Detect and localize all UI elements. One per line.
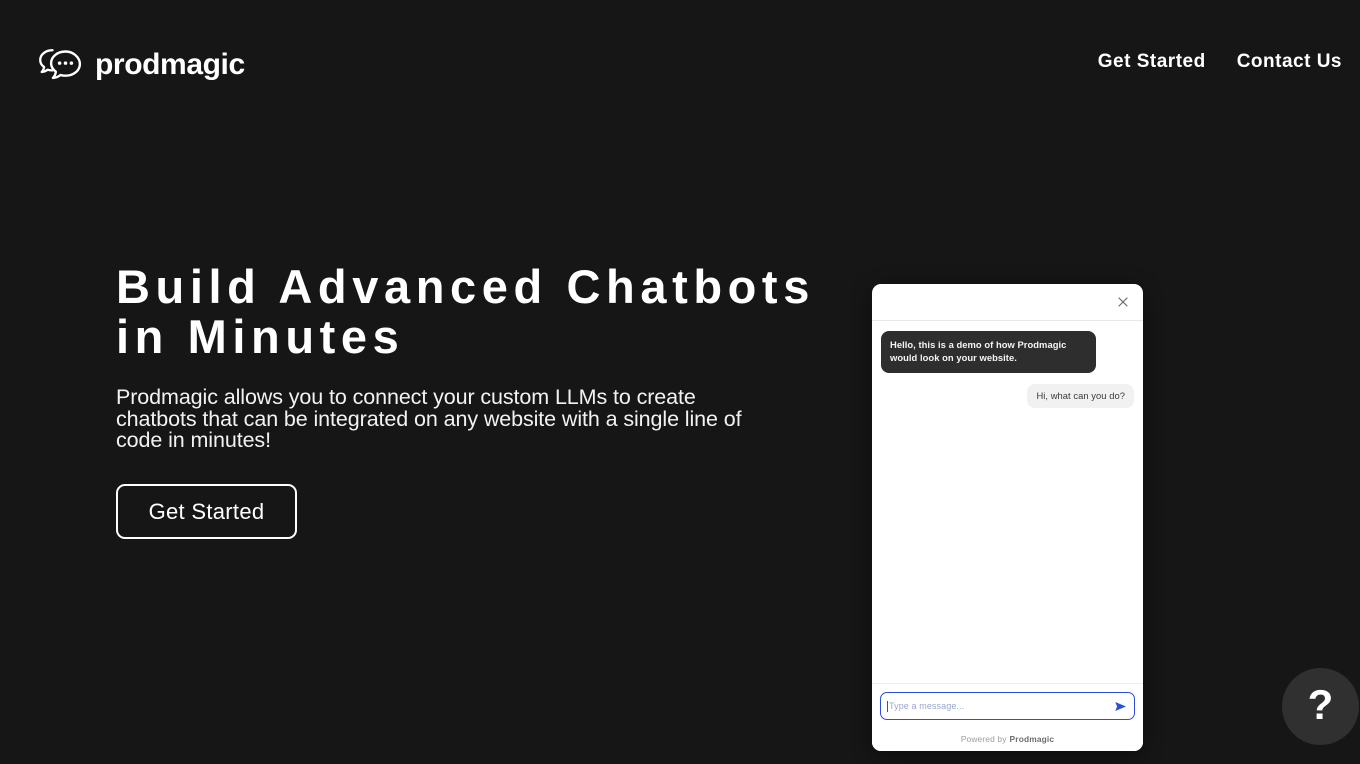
chat-message-bot: Hello, this is a demo of how Prodmagic w… xyxy=(881,331,1134,373)
send-arrow-icon[interactable] xyxy=(1113,699,1127,713)
nav-link-get-started[interactable]: Get Started xyxy=(1098,51,1206,73)
brand-name: prodmagic xyxy=(95,48,245,81)
brand-logo-link[interactable]: prodmagic xyxy=(36,42,245,88)
hero-subtitle: Prodmagic allows you to connect your cus… xyxy=(116,384,742,453)
chat-message-list: Hello, this is a demo of how Prodmagic w… xyxy=(872,321,1143,683)
text-caret xyxy=(887,700,888,712)
get-started-button[interactable]: Get Started xyxy=(116,484,297,540)
nav-link-contact-us[interactable]: Contact Us xyxy=(1237,51,1342,73)
question-mark-icon: ? xyxy=(1307,680,1334,728)
chat-message-input[interactable]: Type a message... xyxy=(889,701,1113,711)
powered-by-brand: Prodmagic xyxy=(1009,734,1055,744)
page-title: Build Advanced Chatbots in Minutes xyxy=(116,260,815,363)
main-nav: Get Started Contact Us xyxy=(1098,42,1342,73)
site-header: prodmagic Get Started Contact Us xyxy=(0,0,1360,130)
help-fab-button[interactable]: ? xyxy=(1282,668,1359,745)
chat-input-box[interactable]: Type a message... xyxy=(880,692,1135,720)
chat-bubble-text: Hello, this is a demo of how Prodmagic w… xyxy=(881,331,1097,373)
close-icon[interactable] xyxy=(1115,294,1131,310)
chat-bubble-text: Hi, what can you do? xyxy=(1027,383,1134,409)
chat-widget-header xyxy=(872,284,1143,321)
chat-widget-footer: Powered by Prodmagic xyxy=(872,727,1143,751)
chat-widget: Hello, this is a demo of how Prodmagic w… xyxy=(872,284,1143,751)
chat-message-user: Hi, what can you do? xyxy=(881,383,1134,409)
chat-input-area: Type a message... xyxy=(872,683,1143,727)
chat-bubbles-icon xyxy=(36,45,84,85)
hero-section: Build Advanced Chatbots in Minutes Prodm… xyxy=(116,260,816,540)
powered-by-label: Powered by xyxy=(960,734,1007,744)
